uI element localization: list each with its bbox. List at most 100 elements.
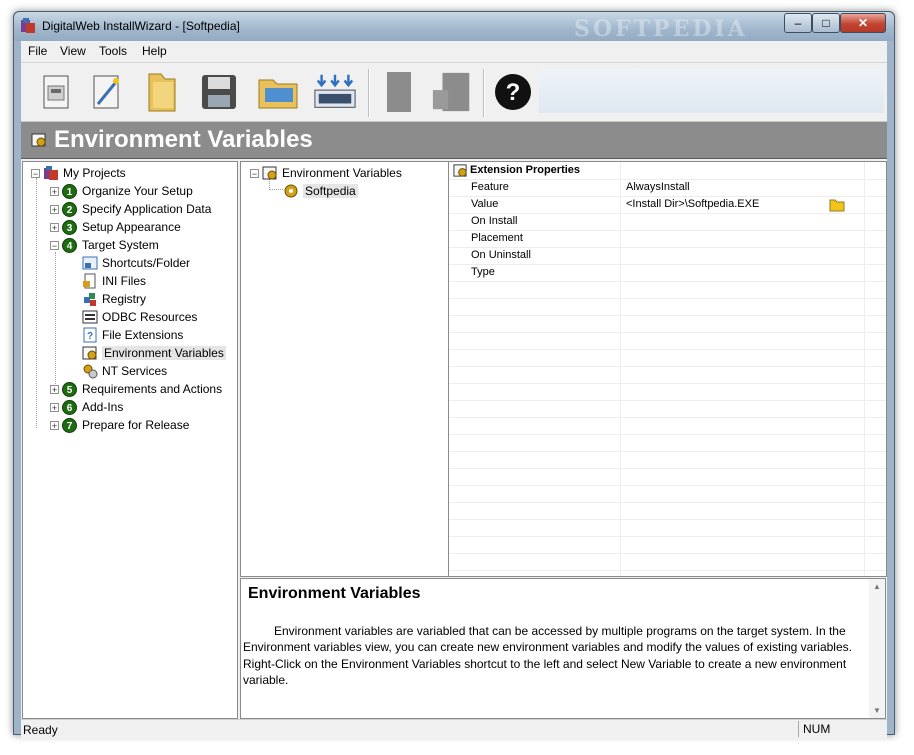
toolbar: ?: [21, 62, 887, 122]
property-row-on-uninstall[interactable]: On Uninstall: [449, 247, 886, 265]
property-row-empty: [449, 332, 886, 350]
close-icon: ✕: [857, 16, 869, 30]
description-scrollbar[interactable]: ▲ ▼: [869, 579, 885, 718]
property-name: Value: [471, 198, 499, 210]
disabled-button-1: [377, 69, 421, 115]
tree-item-label: File Extensions: [102, 328, 184, 342]
tree-item-ini-files[interactable]: INI Files: [82, 272, 146, 290]
property-row-empty: [449, 315, 886, 333]
step-label: Organize Your Setup: [82, 184, 193, 198]
description-panel: Environment Variables Environment variab…: [240, 578, 886, 719]
property-row-empty: [449, 519, 886, 537]
minimize-icon: –: [794, 16, 802, 30]
step-badge: 1: [62, 183, 77, 199]
tree-item-registry[interactable]: Registry: [82, 290, 146, 308]
tree-item-label: INI Files: [102, 274, 147, 288]
variable-gear-icon: [284, 184, 298, 198]
registry-icon: [84, 293, 96, 306]
app-logo-icon: [21, 18, 35, 33]
help-button[interactable]: ?: [491, 69, 535, 115]
menu-view[interactable]: View: [60, 44, 86, 58]
tree-item-odbc[interactable]: ODBC Resources: [82, 308, 197, 326]
step-badge: 7: [62, 417, 77, 433]
scroll-down-icon[interactable]: ▼: [873, 706, 881, 715]
tree-item-label: Registry: [102, 292, 147, 306]
odbc-icon: [82, 310, 98, 324]
variables-tree: − Environment Variables Softpedia: [240, 161, 449, 577]
description-body: Environment variables are variabled that…: [243, 624, 852, 687]
property-row-placement[interactable]: Placement: [449, 230, 886, 248]
svg-text:?: ?: [506, 79, 521, 106]
browse-folder-icon[interactable]: [829, 197, 845, 212]
title-bar[interactable]: DigitalWeb InstallWizard - [Softpedia] S…: [14, 12, 894, 42]
tree-item-label: NT Services: [102, 364, 168, 378]
property-row-empty: [449, 383, 886, 401]
expand-icon[interactable]: +: [50, 222, 59, 232]
collapse-icon[interactable]: −: [50, 240, 59, 250]
expand-icon[interactable]: +: [50, 384, 59, 394]
shortcut-icon: [82, 256, 98, 270]
tree-step-3[interactable]: + 3 Setup Appearance: [50, 218, 181, 236]
property-row-empty: [449, 536, 886, 554]
scroll-up-icon[interactable]: ▲: [873, 582, 881, 591]
tree-item-file-extensions[interactable]: ? File Extensions: [82, 326, 183, 344]
tree-item-nt-services[interactable]: NT Services: [82, 362, 167, 380]
property-name: On Install: [471, 215, 518, 227]
tree-step-4[interactable]: − 4 Target System: [50, 236, 159, 254]
expand-icon[interactable]: +: [50, 186, 59, 196]
open-project-button[interactable]: [257, 69, 301, 115]
expand-icon[interactable]: +: [50, 402, 59, 412]
client-area: File View Tools Help ? Environment Varia…: [21, 41, 887, 739]
maximize-button[interactable]: □: [812, 13, 840, 33]
softpedia-watermark: SOFTPEDIA: [574, 16, 748, 42]
property-row-empty: [449, 298, 886, 316]
tree-step-7[interactable]: + 7 Prepare for Release: [50, 416, 189, 434]
file-extension-icon: ?: [83, 327, 97, 343]
tree-item-environment-variables[interactable]: Environment Variables: [82, 344, 226, 362]
tree-root[interactable]: − My Projects: [31, 164, 126, 182]
expand-icon[interactable]: +: [50, 204, 59, 214]
build-button[interactable]: [313, 69, 357, 115]
gears-icon: [83, 364, 98, 379]
variable-item[interactable]: Softpedia: [283, 182, 358, 200]
variables-root-label: Environment Variables: [282, 166, 402, 180]
minimize-button[interactable]: –: [784, 13, 812, 33]
property-value[interactable]: <Install Dir>\Softpedia.EXE: [626, 198, 759, 210]
step-label: Add-Ins: [82, 400, 124, 414]
tree-step-6[interactable]: + 6 Add-Ins: [50, 398, 123, 416]
wizard-button[interactable]: [85, 69, 129, 115]
menu-help[interactable]: Help: [142, 44, 167, 58]
menu-tools[interactable]: Tools: [99, 44, 127, 58]
expand-icon[interactable]: +: [50, 420, 59, 430]
property-name: Placement: [471, 232, 523, 244]
save-button[interactable]: [197, 69, 241, 115]
status-text: Ready: [23, 723, 58, 737]
menu-file[interactable]: File: [28, 44, 47, 58]
tree-step-5[interactable]: + 5 Requirements and Actions: [50, 380, 222, 398]
variables-root[interactable]: − Environment Variables: [250, 164, 402, 182]
property-row-empty: [449, 349, 886, 367]
svg-text:?: ?: [87, 331, 93, 342]
property-row-feature[interactable]: Feature AlwaysInstall: [449, 179, 886, 197]
step-label: Setup Appearance: [82, 220, 181, 234]
open-folder-button[interactable]: [141, 69, 185, 115]
property-name: Type: [471, 266, 495, 278]
property-value[interactable]: AlwaysInstall: [626, 181, 690, 193]
environment-variables-icon: [262, 166, 277, 180]
collapse-icon[interactable]: −: [31, 168, 40, 178]
collapse-icon[interactable]: −: [250, 168, 259, 178]
property-row-on-install[interactable]: On Install: [449, 213, 886, 231]
step-label: Prepare for Release: [82, 418, 190, 432]
close-button[interactable]: ✕: [840, 13, 886, 33]
new-project-button[interactable]: [35, 69, 79, 115]
environment-variables-icon: [82, 346, 97, 360]
property-row-type[interactable]: Type: [449, 264, 886, 282]
tree-step-2[interactable]: + 2 Specify Application Data: [50, 200, 211, 218]
new-project-icon: [43, 75, 69, 109]
tree-step-1[interactable]: + 1 Organize Your Setup: [50, 182, 193, 200]
property-row-empty: [449, 281, 886, 299]
property-row-value[interactable]: Value <Install Dir>\Softpedia.EXE: [449, 196, 886, 214]
step-badge: 5: [62, 381, 77, 397]
properties-icon: [453, 164, 467, 177]
tree-item-shortcuts[interactable]: Shortcuts/Folder: [82, 254, 190, 272]
